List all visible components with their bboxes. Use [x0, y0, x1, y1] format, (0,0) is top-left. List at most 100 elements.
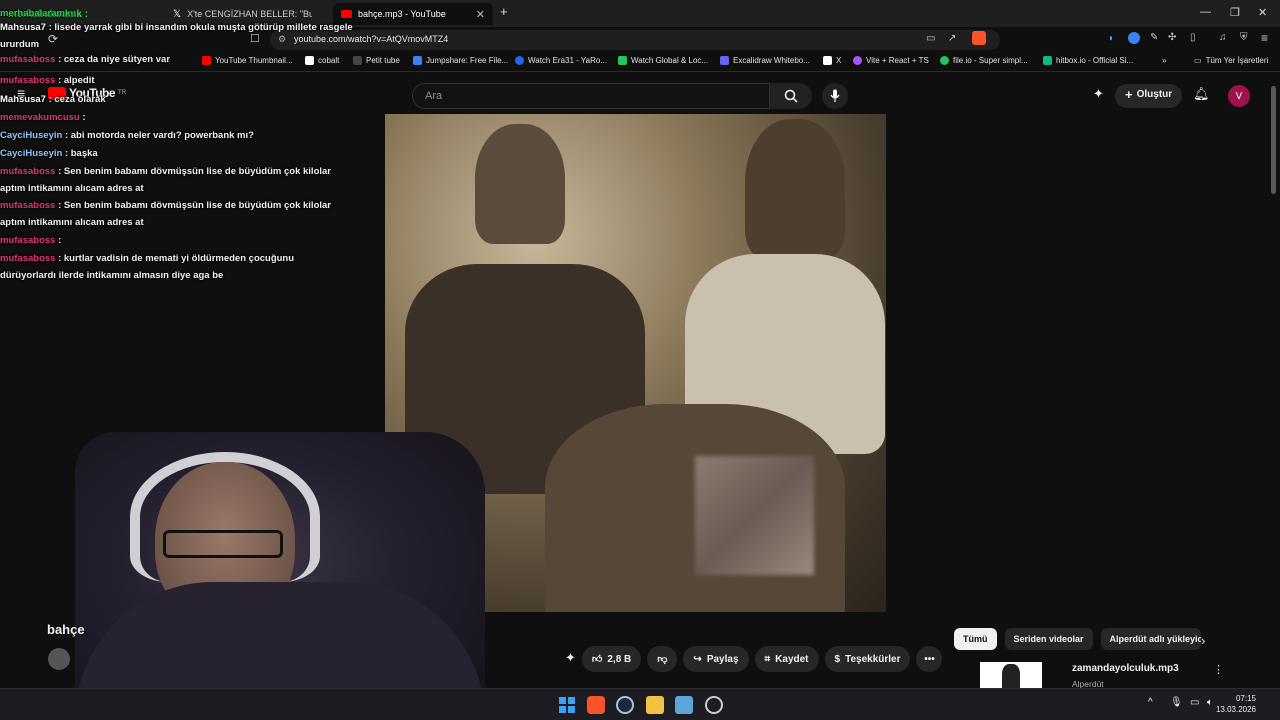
share-button[interactable]: ↪ Paylaş — [683, 646, 749, 672]
page-scrollbar[interactable] — [1271, 86, 1276, 194]
chat-username: mufasaboss — [0, 54, 56, 65]
chat-text: : ceza da niye sütyen var — [58, 54, 171, 65]
bookmark-item[interactable]: hitbox.io - Official Si... — [1043, 56, 1133, 65]
bookmark-item[interactable]: file.io - Super simpl... — [940, 56, 1028, 65]
bookmark-item[interactable]: X — [823, 56, 841, 65]
create-label: Oluştur — [1136, 89, 1173, 100]
close-window-button[interactable]: ✕ — [1258, 6, 1267, 19]
save-bookmark-icon: ⌗ — [764, 653, 771, 665]
chat-text: : başka — [64, 148, 98, 159]
dislike-button[interactable]: 👎︎ — [647, 646, 678, 672]
chevron-right-icon[interactable]: › — [1201, 633, 1205, 648]
chip-uploader[interactable]: Alperdüt adlı yükleyic — [1100, 628, 1201, 650]
chat-username: merhabalaramk : — [0, 8, 77, 19]
chat-text: : abi motorda neler vardı? powerbank mı? — [64, 130, 254, 141]
pen-icon[interactable]: ✎ — [1150, 32, 1158, 43]
recommendation-menu-icon[interactable]: ⋮ — [1213, 663, 1224, 676]
magic-icon[interactable]: ✦ — [1093, 86, 1104, 102]
shield-icon[interactable]: ⛨ — [1240, 32, 1248, 43]
thumbs-up-icon: 👍︎ — [591, 654, 603, 665]
clock-time: 07:15 — [1235, 694, 1256, 703]
save-label: Kaydet — [775, 653, 809, 665]
obs-icon[interactable] — [705, 696, 723, 714]
chat-message: Mahsusa7 : lisede yarrak gibi bi insandı… — [0, 22, 380, 33]
clock-date: 13.03.2026 — [1215, 705, 1256, 714]
microphone-tray-icon[interactable]: 🎙︎ — [1170, 697, 1183, 708]
save-button[interactable]: ⌗ Kaydet — [754, 646, 819, 672]
volume-icon[interactable]: 🔈︎ — [1207, 697, 1213, 708]
like-button[interactable]: 👍︎ 2,8 B — [581, 646, 642, 672]
video-frame-person-left-head — [475, 124, 565, 244]
folder-icon: ▭ — [1194, 56, 1202, 65]
chip-series[interactable]: Seriden videolar — [1004, 628, 1093, 650]
chat-username: mufasaboss — [0, 75, 56, 86]
brave-browser-icon[interactable] — [587, 696, 605, 714]
chat-text: : Sen benim babamı dövmüşsün lise de büy… — [58, 166, 331, 177]
bookmark-favicon — [940, 56, 949, 65]
chat-text: : kurtlar vadisin de memati yi öldürmede… — [58, 253, 295, 264]
chat-message: mufasaboss : Sen benim babamı dövmüşsün … — [0, 200, 380, 211]
cast-icon[interactable]: ▭ — [926, 33, 935, 44]
notifications-bell-icon[interactable]: 🔔︎ — [1193, 86, 1210, 102]
more-actions-button[interactable]: ••• — [916, 646, 943, 672]
sidebar-icon[interactable]: ▯ — [1190, 32, 1196, 43]
chip-all[interactable]: Tümü — [954, 628, 997, 650]
tray-chevron-icon[interactable]: ^ — [1148, 697, 1153, 708]
music-icon[interactable]: ♫ — [1219, 32, 1227, 43]
chat-message: CayciHuseyin : başka — [0, 148, 380, 159]
chat-text: aptım intikamını alıcam adres at — [0, 217, 144, 228]
more-icon: ••• — [924, 653, 935, 665]
video-blur-overlay — [695, 456, 814, 575]
all-bookmarks-folder[interactable]: ▭ Tüm Yer İşaretleri — [1194, 56, 1268, 65]
thanks-button[interactable]: $ Teşekkürler — [824, 646, 911, 672]
share-page-icon[interactable]: ↗ — [948, 33, 956, 44]
display-tray-icon[interactable]: ▭ — [1190, 697, 1199, 708]
brave-shield-icon[interactable] — [972, 31, 986, 45]
voice-search-button[interactable] — [822, 83, 848, 109]
close-tab-icon[interactable]: ✕ — [476, 8, 485, 21]
chat-username: memevakumcusu — [0, 112, 80, 123]
chat-text: : Sen benim babamı dövmüşsün lise de büy… — [58, 200, 331, 211]
bookmark-item[interactable]: Excalidraw Whitebo... — [720, 56, 810, 65]
bookmark-item[interactable]: Jumpshare: Free File... — [413, 56, 508, 65]
chat-username: mufasaboss — [0, 253, 56, 264]
recommendation-title[interactable]: zamandayolculuk.mp3 — [1072, 663, 1179, 674]
screen-capture-icon[interactable] — [675, 696, 693, 714]
extensions-puzzle-icon[interactable]: ✣ — [1168, 32, 1176, 43]
extension-icon[interactable]: ◗ — [1108, 33, 1114, 44]
bookmark-item[interactable]: Vite + React + TS — [853, 56, 929, 65]
avatar[interactable]: V — [1228, 85, 1250, 107]
thumbs-down-icon: 👎︎ — [657, 654, 668, 665]
streamer-webcam — [75, 432, 485, 720]
bookmark-item[interactable]: Watch Era31 - YaRo... — [515, 56, 607, 65]
chat-username: CayciHuseyin — [0, 130, 63, 141]
share-label: Paylaş — [706, 653, 739, 665]
new-tab-button[interactable]: + — [500, 4, 508, 19]
bookmark-favicon — [853, 56, 862, 65]
vpn-icon[interactable] — [1128, 32, 1140, 44]
search-input[interactable]: Ara — [412, 83, 770, 109]
chat-message-header: merhabalaramk : — [0, 6, 380, 23]
chat-message: memevakumcusu : — [0, 112, 380, 123]
chat-text: : — [58, 235, 62, 246]
recommendation-thumbnail[interactable] — [980, 662, 1042, 688]
like-count: 2,8 B — [607, 653, 632, 665]
menu-icon[interactable]: ≡ — [1261, 31, 1268, 45]
bookmark-item[interactable]: Watch Global & Loc... — [618, 56, 708, 65]
magic-icon[interactable]: ✦ — [565, 650, 576, 672]
search-button[interactable] — [770, 83, 812, 109]
chat-text: : lisede yarrak gibi bi insandım okula m… — [48, 22, 353, 33]
maximize-button[interactable]: ❐ — [1230, 6, 1240, 19]
windows-start-icon[interactable] — [558, 696, 576, 714]
chat-message: aptım intikamını alıcam adres at — [0, 217, 380, 228]
channel-avatar[interactable] — [48, 648, 70, 670]
search-icon — [784, 89, 798, 103]
create-button[interactable]: + Oluştur — [1115, 84, 1183, 108]
chat-message: aptım intikamını alıcam adres at — [0, 183, 380, 194]
steam-icon[interactable] — [616, 696, 634, 714]
file-explorer-icon[interactable] — [646, 696, 664, 714]
minimize-button[interactable]: — — [1200, 6, 1211, 18]
clock[interactable]: 07:15 13.03.2026 — [1216, 693, 1256, 715]
bookmark-favicon — [413, 56, 422, 65]
more-bookmarks-icon[interactable]: » — [1162, 56, 1166, 65]
